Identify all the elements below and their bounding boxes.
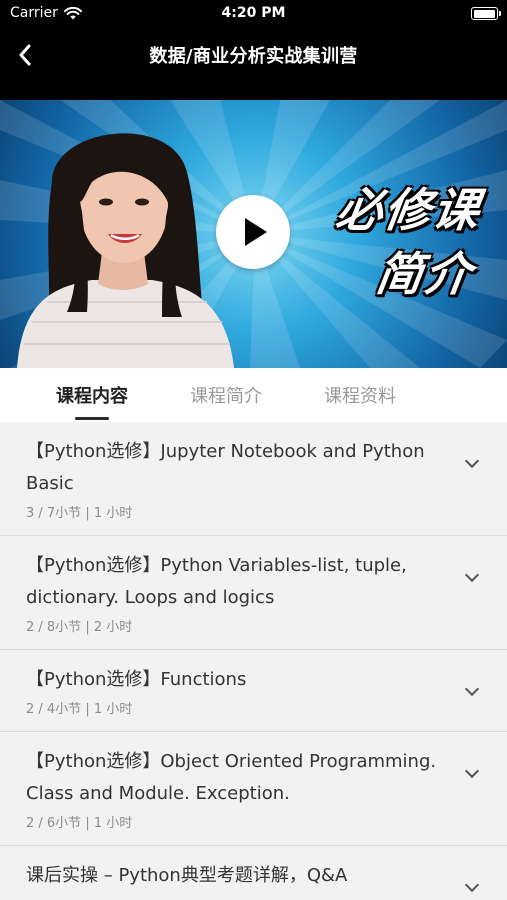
list-item[interactable]: 【Python选修】Jupyter Notebook and Python Ba… xyxy=(0,422,507,536)
tab-course-intro[interactable]: 课程简介 xyxy=(166,382,286,408)
section-meta: 2 / 8小节 | 2 小时 xyxy=(26,620,133,635)
chevron-left-icon xyxy=(19,44,31,66)
section-meta: 2 / 4小节 | 1 小时 xyxy=(26,702,133,717)
play-button[interactable] xyxy=(216,195,290,269)
chevron-down-icon xyxy=(464,877,480,893)
chevron-down-icon xyxy=(464,681,480,697)
list-item[interactable]: 【Python选修】Python Variables-list, tuple, … xyxy=(0,536,507,650)
page-title: 数据/商业分析实战集训营 xyxy=(149,46,358,67)
instructor-photo xyxy=(17,133,234,368)
battery-icon xyxy=(471,7,501,20)
tab-course-materials[interactable]: 课程资料 xyxy=(300,382,420,408)
battery-fill xyxy=(473,9,495,18)
section-title: 【Python选修】Jupyter Notebook and Python Ba… xyxy=(26,441,425,494)
section-title: 课后实操 – Python典型考题详解，Q&A xyxy=(26,865,348,886)
course-video-cover[interactable]: 必修课 简介 xyxy=(0,100,507,368)
status-bar: Carrier 4:20 PM xyxy=(0,0,507,28)
play-icon xyxy=(245,218,267,246)
course-tabs: 课程内容 课程简介 课程资料 xyxy=(0,368,507,422)
promo-text-line1: 必修课 xyxy=(332,183,485,237)
chevron-down-icon xyxy=(464,453,480,469)
section-title: 【Python选修】Object Oriented Programming. C… xyxy=(26,751,437,804)
section-title: 【Python选修】Python Variables-list, tuple, … xyxy=(26,555,407,608)
section-list: 【Python选修】Jupyter Notebook and Python Ba… xyxy=(0,422,507,900)
chevron-down-icon xyxy=(464,763,480,779)
list-item[interactable]: 课后实操 – Python典型考题详解，Q&A xyxy=(0,846,507,900)
section-meta: 2 / 6小节 | 1 小时 xyxy=(26,816,133,831)
nav-bar: 数据/商业分析实战集训营 xyxy=(0,28,507,100)
section-meta: 3 / 7小节 | 1 小时 xyxy=(26,506,133,521)
section-title: 【Python选修】Functions xyxy=(26,669,247,690)
promo-text-line2: 简介 xyxy=(372,247,477,301)
list-item[interactable]: 【Python选修】Functions 2 / 4小节 | 1 小时 xyxy=(0,650,507,732)
back-button[interactable] xyxy=(8,38,42,72)
list-item[interactable]: 【Python选修】Object Oriented Programming. C… xyxy=(0,732,507,846)
tab-course-content[interactable]: 课程内容 xyxy=(32,382,152,408)
chevron-down-icon xyxy=(464,567,480,583)
status-time: 4:20 PM xyxy=(221,5,286,21)
